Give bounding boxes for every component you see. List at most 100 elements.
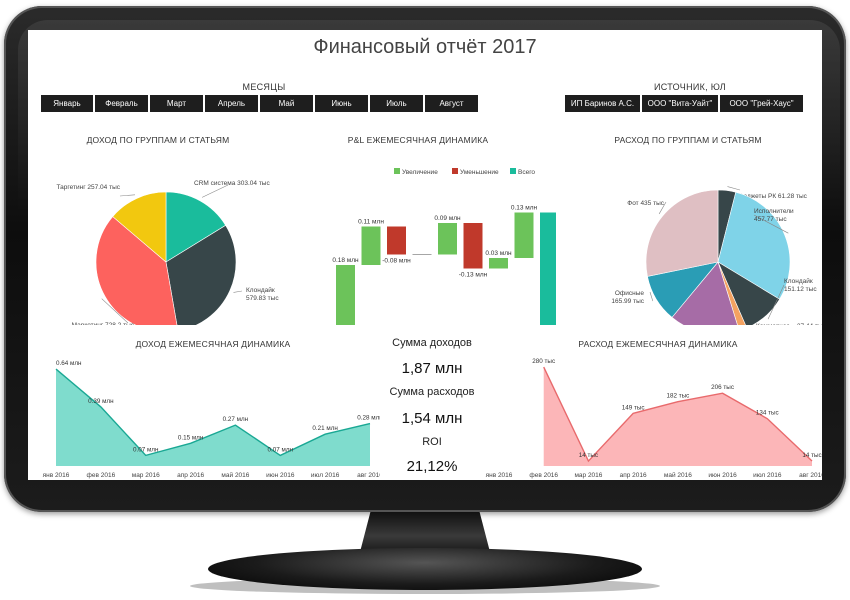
pie-slice-label: Маркетинг 728.2 тыс (72, 322, 135, 325)
waterfall-bar (514, 212, 534, 258)
area-value-label: 0.21 млн (312, 425, 338, 432)
area-value-label: 0.64 млн (56, 360, 82, 367)
area-value-label: 0.07 млн (268, 446, 294, 453)
monitor-neck (360, 512, 490, 552)
pie-slice-label: 457.77 тыс (754, 216, 787, 223)
source-slicer: ИП Баринов А.С. ООО "Вита-Уайт" ООО "Грей-… (565, 95, 803, 112)
area-x-tick-label: май 2016 (221, 471, 249, 479)
area-value-label: 182 тыс (666, 393, 689, 400)
month-filter-button[interactable]: Январь (41, 95, 93, 112)
expense-area-chart: 280 тыс 14 тыс 149 тыс 182 тыс 206 тыс 134 ты… (486, 358, 822, 479)
area-value-label: 134 тыс (756, 410, 779, 417)
pie-leader-line (119, 194, 136, 197)
income-pie-title: ДОХОД ПО ГРУППАМ И СТАТЬЯМ (86, 135, 230, 145)
area-value-label: 149 тыс (622, 404, 645, 411)
area-value-label: 14 тыс (579, 452, 598, 459)
income-area-chart: 0.64 млн 0.39 млн 0.07 млн 0.15 млн 0.27 млн… (43, 360, 380, 479)
waterfall-bar (438, 223, 457, 255)
legend-swatch (394, 168, 400, 174)
pie-leader-line (727, 186, 741, 191)
report-title: Финансовый отчёт 2017 (313, 36, 537, 58)
pie-slice-label: Исполнители (754, 208, 794, 215)
area-x-tick-label: апр 2016 (620, 472, 647, 479)
legend-label: Увеличение (402, 169, 438, 176)
area-x-tick-label: июл 2016 (753, 472, 782, 479)
area-value-label: 14 тыс (802, 452, 821, 459)
waterfall-value-label: 0.03 млн (485, 250, 512, 257)
legend-swatch (452, 168, 458, 174)
roi-label: ROI (422, 436, 442, 448)
pl-waterfall-chart: УвеличениеУменьшениеВсего0.18 млнЯнв0.11… (332, 168, 556, 325)
source-slicer-label: ИСТОЧНИК, ЮЛ (654, 82, 726, 92)
pie-slice-label: 579.83 тыс (246, 295, 279, 302)
pie-slice-label: Клондайк (246, 286, 275, 294)
area-x-tick-label: авг 2016 (799, 472, 822, 479)
pie-leader-line (649, 291, 654, 302)
waterfall-value-label: -0.08 млн (382, 258, 411, 265)
legend-label: Уменьшение (460, 169, 499, 176)
area-x-tick-label: янв 2016 (43, 472, 70, 479)
pie-slice-label: Таргетинг 257.04 тыс (57, 184, 121, 191)
pie-slice-label: Фот 435 тыс (627, 200, 664, 207)
pie-slice-label: CRM система 303.04 тыс (194, 180, 270, 187)
area-x-tick-label: мар 2016 (132, 472, 160, 479)
month-filter-button[interactable]: Апрель (205, 95, 258, 112)
pie-slice-label: 151.12 тыс (784, 286, 817, 293)
area-x-tick-label: апр 2016 (177, 472, 204, 479)
expense-pie-title: РАСХОД ПО ГРУППАМ И СТАТЬЯМ (614, 135, 762, 145)
pl-waterfall-title: P&L ЕЖЕМЕСЯЧНАЯ ДИНАМИКА (347, 135, 489, 145)
area-value-label: 206 тыс (711, 384, 734, 391)
legend-label: Всего (518, 169, 535, 176)
area-x-tick-label: май 2016 (664, 471, 692, 479)
area-x-tick-label: июн 2016 (708, 472, 737, 479)
legend-swatch (510, 168, 516, 174)
pie-leader-line (233, 290, 243, 293)
source-filter-button[interactable]: ООО "Вита-Уайт" (642, 95, 718, 112)
area-x-tick-label: июл 2016 (311, 472, 340, 479)
income-sum-value: 1,87 млн (401, 360, 463, 377)
area-x-tick-label: фев 2016 (87, 472, 116, 479)
month-filter-button[interactable]: Август (425, 95, 478, 112)
area-value-label: 0.39 млн (88, 398, 114, 405)
waterfall-value-label: 0.11 млн (358, 219, 384, 226)
area-x-tick-label: июн 2016 (266, 472, 295, 479)
waterfall-bar (489, 258, 508, 269)
month-filter-button[interactable]: Июнь (315, 95, 368, 112)
expense-sum-label: Сумма расходов (389, 386, 475, 398)
waterfall-value-label: 0.09 млн (434, 215, 461, 222)
waterfall-value-label: 0.18 млн (332, 257, 359, 264)
waterfall-bar (336, 265, 355, 325)
expense-pie-chart: Бюджеты РК 61.28 тысИсполнители457.77 ты… (611, 186, 822, 325)
waterfall-value-label: -0.13 млн (459, 272, 488, 279)
area-value-label: 0.15 млн (178, 434, 204, 441)
pie-slice-label: Офисные (615, 290, 645, 297)
month-filter-button[interactable]: Февраль (95, 95, 148, 112)
area-value-label: 0.07 млн (133, 446, 159, 453)
monitor-stand (208, 548, 642, 590)
waterfall-bar (387, 226, 406, 255)
source-filter-button[interactable]: ООО "Грей-Хаус" (720, 95, 803, 112)
dashboard-screen: Финансовый отчёт 2017 МЕСЯЦЫ Январь Февра… (28, 30, 822, 480)
source-filter-button[interactable]: ИП Баринов А.С. (565, 95, 640, 112)
month-filter-button[interactable]: Март (150, 95, 203, 112)
roi-value: 21,12% (406, 458, 458, 475)
monitor-frame: Финансовый отчёт 2017 МЕСЯЦЫ Январь Февра… (0, 0, 850, 600)
area-x-tick-label: фев 2016 (529, 472, 558, 479)
income-sum-label: Сумма доходов (392, 337, 472, 349)
waterfall-value-label: 0.13 млн (511, 205, 538, 212)
pie-slice-label: Клондайк (784, 277, 813, 285)
pie-slice-label: Коммерчес... 27.44 тыс (756, 323, 822, 325)
months-slicer-label: МЕСЯЦЫ (242, 82, 286, 92)
waterfall-bar (361, 226, 381, 265)
months-slicer: Январь Февраль Март Апрель Май Июнь Июль Август (41, 95, 478, 112)
area-x-tick-label: янв 2016 (486, 472, 513, 479)
month-filter-button[interactable]: Май (260, 95, 313, 112)
income-pie-chart: CRM система 303.04 тыс Клондайк579.83 тыс… (57, 180, 279, 325)
area-fill (56, 369, 370, 466)
pie-slice-label: 165.99 тыс (611, 298, 644, 305)
month-filter-button[interactable]: Июль (370, 95, 423, 112)
area-value-label: 0.27 млн (223, 416, 249, 423)
waterfall-bar (540, 212, 556, 325)
area-x-tick-label: мар 2016 (574, 472, 602, 479)
waterfall-bar (463, 223, 483, 269)
